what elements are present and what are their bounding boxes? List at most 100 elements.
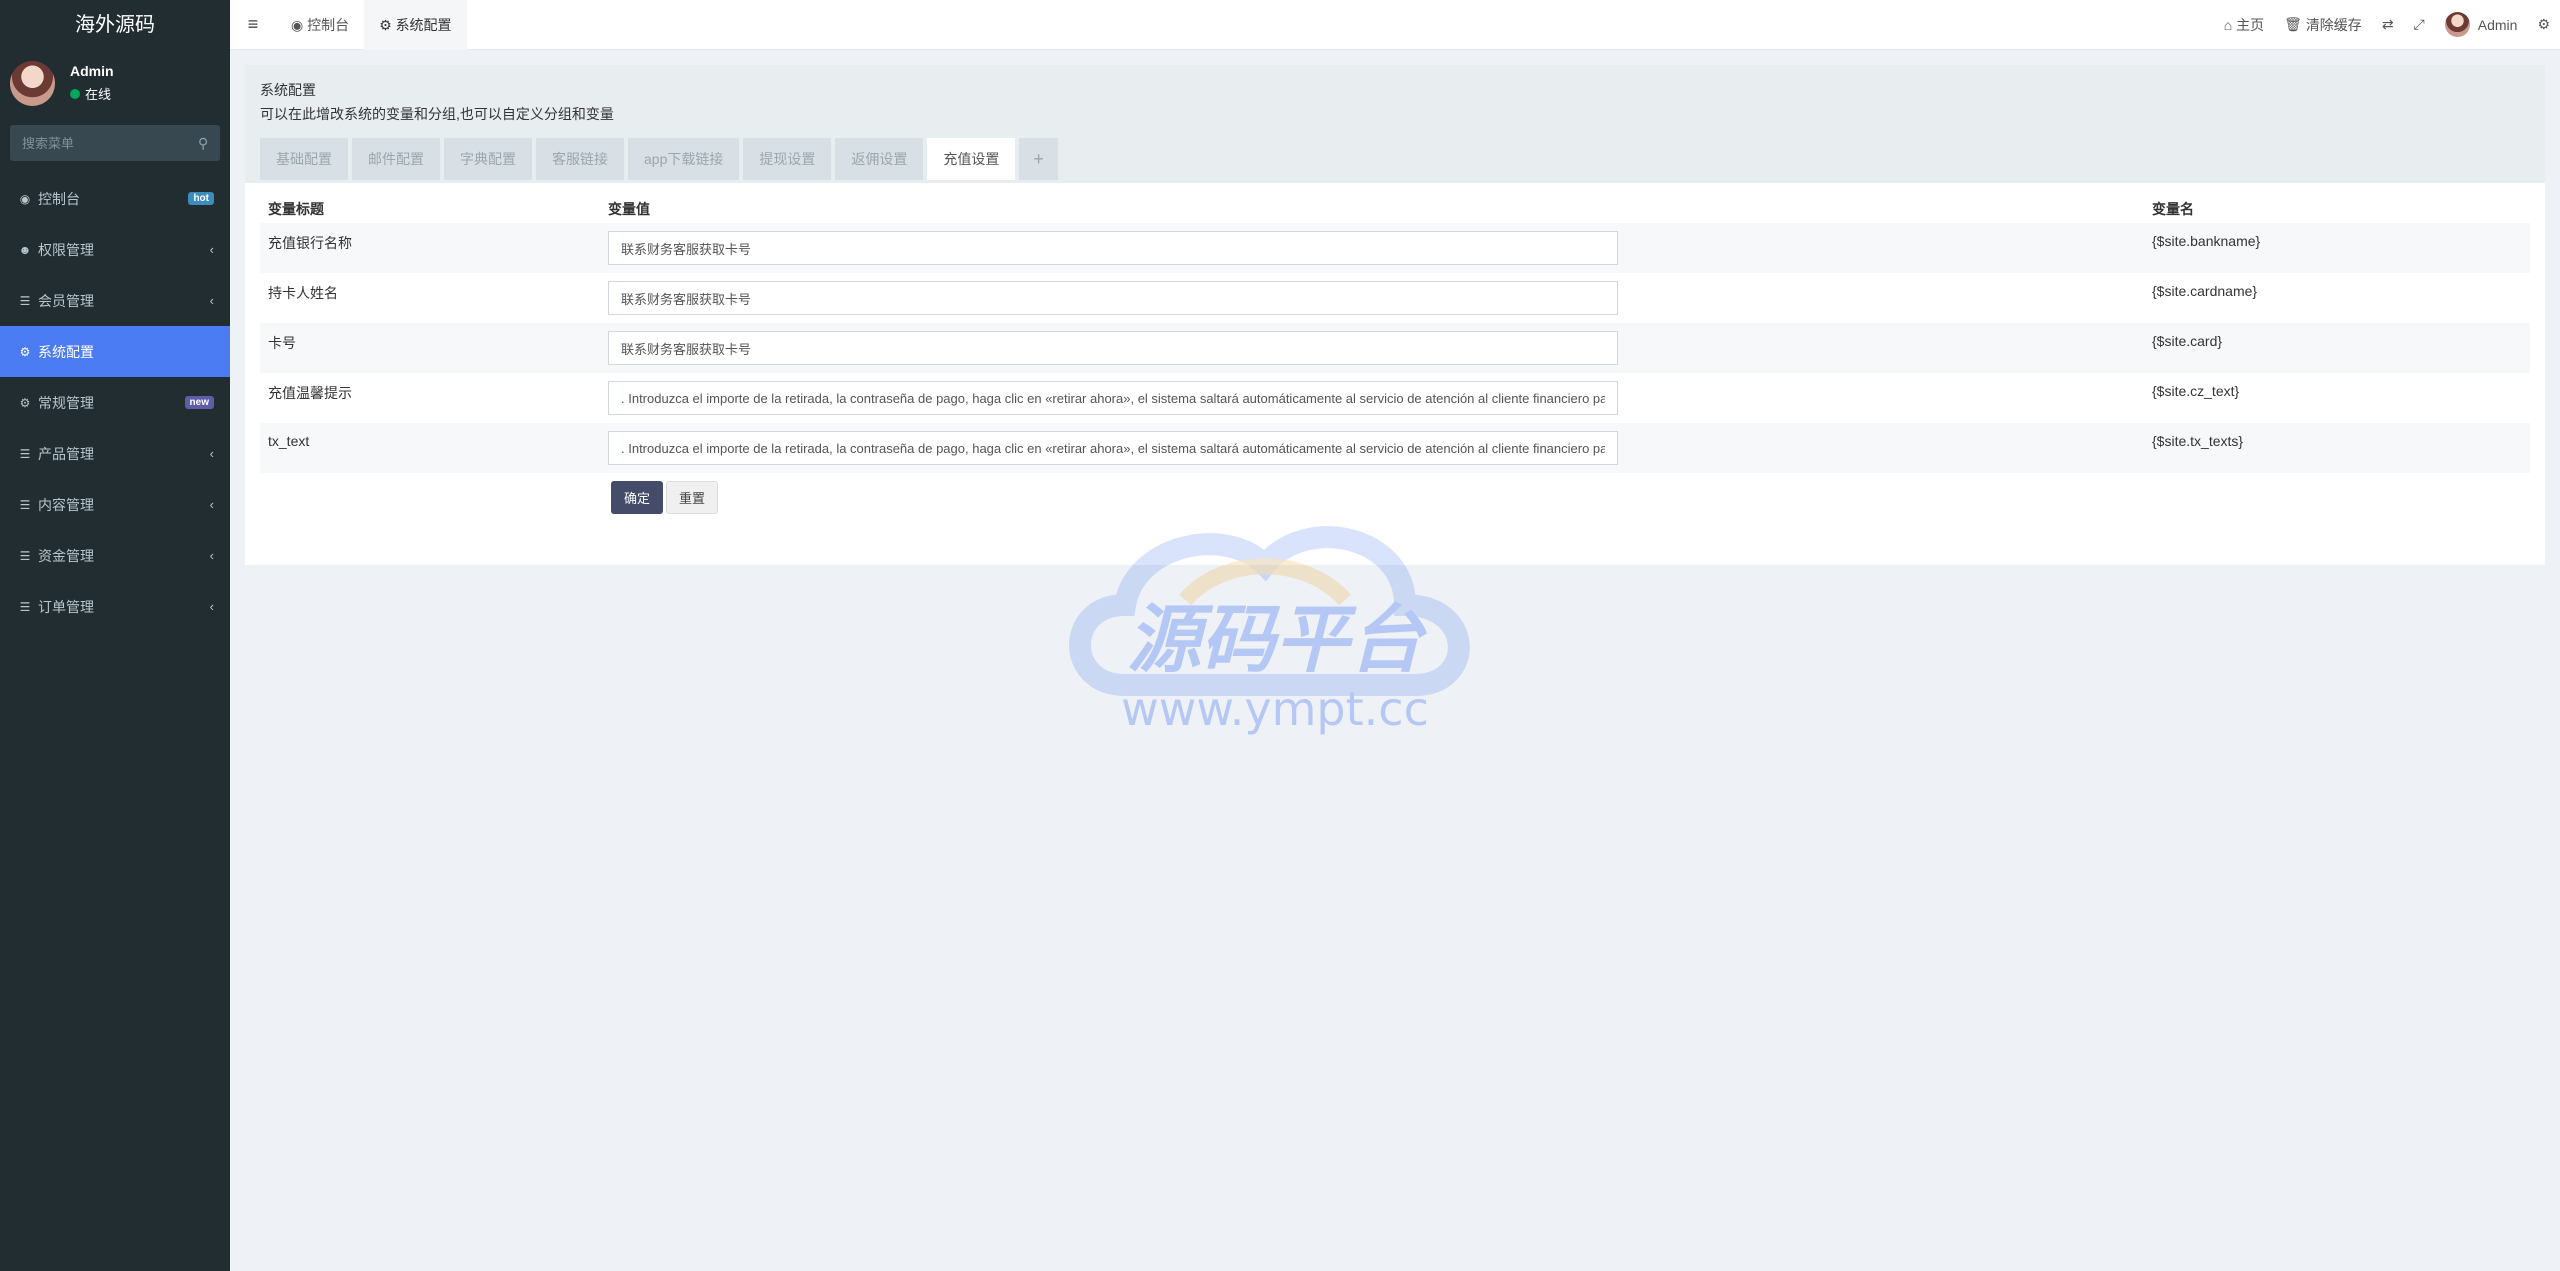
sidebar-item-funds[interactable]: ☰ 资金管理 ‹ — [0, 530, 230, 581]
clear-cache-label: 清除缓存 — [2305, 16, 2362, 33]
tab-dictionary-config[interactable]: 字典配置 — [444, 138, 532, 180]
reset-button[interactable]: 重置 — [666, 481, 719, 514]
sidebar: 海外源码 Admin 在线 ⚲ ◉ 控制台 hot ☻ 权限管理 ‹ ☰ 会员管… — [0, 0, 230, 1271]
settings-icon[interactable]: ⚙ — [2527, 0, 2560, 50]
sidebar-item-label: 会员管理 — [38, 292, 94, 309]
tab-recharge-settings[interactable]: 充值设置 — [927, 138, 1016, 180]
card-field[interactable] — [608, 331, 1618, 365]
avatar — [10, 60, 55, 106]
sidebar-item-orders[interactable]: ☰ 订单管理 ‹ — [0, 581, 230, 632]
home-link[interactable]: ⌂ 主页 — [2214, 0, 2274, 50]
watermark-text: 源码平台 — [1127, 597, 1427, 683]
tab-system-config[interactable]: ⚙ 系统配置 — [364, 0, 467, 50]
sidebar-item-members[interactable]: ☰ 会员管理 ‹ — [0, 275, 230, 326]
list-icon: ☰ — [19, 548, 31, 563]
search-icon[interactable]: ⚲ — [198, 135, 208, 152]
submit-button[interactable]: 确定 — [611, 481, 664, 514]
row-title: 卡号 — [268, 335, 296, 351]
tab-label: 控制台 — [307, 16, 350, 33]
sidebar-item-general[interactable]: ⚙ 常规管理 new — [0, 377, 230, 428]
tab-app-download[interactable]: app下载链接 — [628, 138, 740, 180]
row-title: 持卡人姓名 — [268, 285, 338, 301]
hot-badge: hot — [188, 192, 214, 205]
watermark-url: www.ympt.cc — [1121, 682, 1429, 736]
tab-rebate-settings[interactable]: 返佣设置 — [835, 138, 924, 180]
tab-mail-config[interactable]: 邮件配置 — [352, 138, 440, 180]
chevron-left-icon: ‹ — [209, 446, 214, 461]
online-dot-icon — [70, 88, 80, 99]
col-header-varname: 变量名 — [2152, 201, 2194, 217]
clear-cache-button[interactable]: 🗑 清除缓存 — [2274, 0, 2372, 50]
user-status-label: 在线 — [85, 87, 112, 102]
col-header-value: 变量值 — [608, 201, 650, 217]
tx-text-field[interactable] — [608, 431, 1618, 465]
new-badge: new — [184, 396, 214, 409]
sidebar-item-dashboard[interactable]: ◉ 控制台 hot — [0, 173, 230, 224]
sidebar-item-label: 产品管理 — [38, 445, 94, 462]
table-row: 持卡人姓名 {$site.cardname} — [260, 273, 2530, 323]
home-label: 主页 — [2236, 16, 2265, 33]
brand-logo[interactable]: 海外源码 — [0, 0, 230, 50]
sidebar-item-label: 控制台 — [38, 190, 80, 207]
user-panel: Admin 在线 — [0, 50, 230, 116]
topbar-actions: ⌂ 主页 🗑 清除缓存 ⇄ ⤢ Admin ⚙ — [2214, 0, 2560, 50]
dashboard-icon: ◉ — [291, 16, 304, 33]
gear-icon: ⚙ — [19, 344, 31, 359]
panel-header: 系统配置 可以在此增改系统的变量和分组,也可以自定义分组和变量 基础配置 邮件配… — [245, 65, 2545, 183]
sidebar-item-content[interactable]: ☰ 内容管理 ‹ — [0, 479, 230, 530]
menu-toggle-icon[interactable]: ≡ — [230, 14, 276, 35]
gear-icon: ⚙ — [379, 16, 392, 33]
tab-service-links[interactable]: 客服链接 — [536, 138, 624, 180]
list-icon: ☰ — [19, 293, 31, 308]
chevron-left-icon: ‹ — [209, 548, 214, 563]
user-status: 在线 — [70, 84, 114, 103]
main-content: 系统配置 可以在此增改系统的变量和分组,也可以自定义分组和变量 基础配置 邮件配… — [245, 65, 2545, 565]
fullscreen-icon[interactable]: ⤢ — [2404, 0, 2435, 50]
row-varname: {$site.cardname} — [2152, 283, 2258, 299]
cz-text-field[interactable] — [608, 381, 1618, 415]
sidebar-item-label: 订单管理 — [38, 598, 94, 615]
table-row: 卡号 {$site.card} — [260, 323, 2530, 373]
sidebar-item-permissions[interactable]: ☻ 权限管理 ‹ — [0, 224, 230, 275]
config-table: 变量标题 变量值 变量名 充值银行名称 {$site.bankname} 持卡人… — [260, 195, 2530, 473]
row-title: 充值温馨提示 — [268, 385, 352, 401]
bankname-field[interactable] — [608, 231, 1618, 265]
sidebar-item-label: 资金管理 — [38, 547, 94, 564]
sidebar-item-products[interactable]: ☰ 产品管理 ‹ — [0, 428, 230, 479]
list-icon: ☰ — [19, 446, 31, 461]
col-header-title: 变量标题 — [268, 201, 324, 217]
chevron-left-icon: ‹ — [209, 497, 214, 512]
tab-dashboard[interactable]: ◉ 控制台 — [276, 0, 364, 50]
search-input[interactable] — [22, 135, 198, 151]
chevron-left-icon: ‹ — [209, 599, 214, 614]
language-icon[interactable]: ⇄ — [2372, 0, 2404, 50]
sidebar-menu: ◉ 控制台 hot ☻ 权限管理 ‹ ☰ 会员管理 ‹ ⚙ 系统配置 ⚙ 常规管… — [0, 173, 230, 632]
row-varname: {$site.bankname} — [2152, 233, 2261, 249]
tab-label: 系统配置 — [395, 16, 452, 33]
user-name: Admin — [70, 63, 114, 79]
home-icon: ⌂ — [2223, 16, 2233, 33]
form-actions: 确定 重置 — [260, 481, 2530, 514]
add-tab-button[interactable]: + — [1019, 138, 1058, 180]
row-varname: {$site.cz_text} — [2152, 383, 2240, 399]
list-icon: ☰ — [19, 599, 31, 614]
page-title: 系统配置 — [260, 82, 316, 98]
tab-basic-config[interactable]: 基础配置 — [260, 138, 348, 180]
topbar: ≡ ◉ 控制台 ⚙ 系统配置 ⌂ 主页 🗑 清除缓存 ⇄ ⤢ Admin ⚙ — [230, 0, 2560, 50]
sidebar-item-label: 系统配置 — [38, 343, 94, 360]
table-row: 充值温馨提示 {$site.cz_text} — [260, 373, 2530, 423]
admin-name: Admin — [2477, 16, 2518, 33]
list-icon: ☰ — [19, 497, 31, 512]
cardname-field[interactable] — [608, 281, 1618, 315]
row-title: 充值银行名称 — [268, 235, 352, 251]
chevron-left-icon: ‹ — [209, 242, 214, 257]
cogs-icon: ⚙ — [19, 395, 31, 410]
sidebar-item-label: 常规管理 — [38, 394, 94, 411]
sidebar-item-label: 内容管理 — [38, 496, 94, 513]
sidebar-item-system-config[interactable]: ⚙ 系统配置 — [0, 326, 230, 377]
page-description: 可以在此增改系统的变量和分组,也可以自定义分组和变量 — [260, 106, 614, 122]
user-menu[interactable]: Admin — [2435, 0, 2528, 50]
row-title: tx_text — [268, 433, 310, 449]
row-varname: {$site.card} — [2152, 333, 2223, 349]
tab-withdraw-settings[interactable]: 提现设置 — [743, 138, 832, 180]
